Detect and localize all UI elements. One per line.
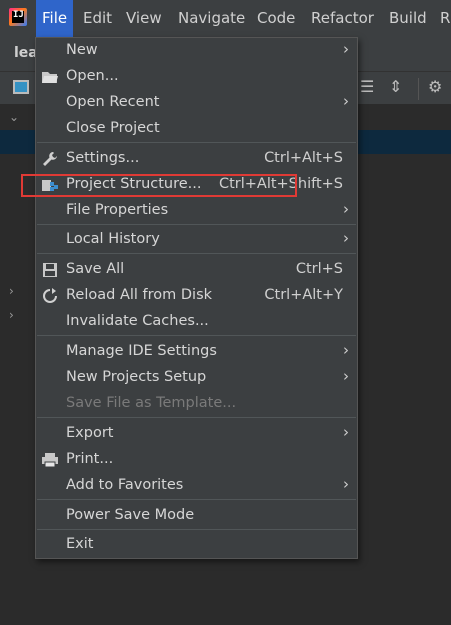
reload-icon bbox=[43, 288, 57, 303]
chevron-right-icon[interactable]: › bbox=[9, 284, 14, 298]
menu-separator bbox=[37, 142, 356, 143]
submenu-arrow-icon: › bbox=[343, 423, 349, 441]
chevron-down-icon[interactable]: ⌄ bbox=[9, 110, 19, 124]
menu-item-save-all[interactable]: Save All Ctrl+S bbox=[36, 257, 357, 283]
submenu-arrow-icon: › bbox=[343, 92, 349, 110]
menu-item-invalidate-caches[interactable]: Invalidate Caches... bbox=[36, 309, 357, 335]
chevron-right-icon[interactable]: › bbox=[9, 308, 14, 322]
menu-edit[interactable]: Edit bbox=[77, 0, 118, 37]
menu-separator bbox=[37, 499, 356, 500]
menu-code[interactable]: Code bbox=[251, 0, 301, 37]
menu-separator bbox=[37, 335, 356, 336]
toolbar-divider bbox=[418, 78, 419, 100]
submenu-arrow-icon: › bbox=[343, 367, 349, 385]
submenu-arrow-icon: › bbox=[343, 200, 349, 218]
submenu-arrow-icon: › bbox=[343, 475, 349, 493]
submenu-arrow-icon: › bbox=[343, 341, 349, 359]
folder-icon bbox=[42, 72, 58, 83]
menu-build[interactable]: Build bbox=[383, 0, 433, 37]
menu-item-print[interactable]: Print... bbox=[36, 447, 357, 473]
menu-separator bbox=[37, 253, 356, 254]
submenu-arrow-icon: › bbox=[343, 40, 349, 58]
file-menu-dropdown: New › Open... Open Recent › Close Projec… bbox=[35, 37, 358, 559]
project-view-icon[interactable] bbox=[13, 80, 29, 94]
wrench-icon bbox=[43, 152, 57, 166]
menu-view[interactable]: View bbox=[120, 0, 168, 37]
menubar: IJ File Edit View Navigate Code Refactor… bbox=[0, 0, 451, 37]
menu-item-exit[interactable]: Exit bbox=[36, 532, 357, 558]
collapse-all-icon[interactable]: ⇕ bbox=[389, 77, 402, 96]
menu-file[interactable]: File bbox=[36, 0, 74, 37]
menu-item-settings[interactable]: Settings... Ctrl+Alt+S bbox=[36, 146, 357, 172]
menu-item-power-save-mode[interactable]: Power Save Mode bbox=[36, 503, 357, 529]
expand-all-icon[interactable]: ☰ bbox=[360, 77, 374, 96]
menu-item-export[interactable]: Export › bbox=[36, 421, 357, 447]
menu-refactor[interactable]: Refactor bbox=[305, 0, 380, 37]
submenu-arrow-icon: › bbox=[343, 229, 349, 247]
menu-item-open-recent[interactable]: Open Recent › bbox=[36, 90, 357, 116]
menu-item-reload-all[interactable]: Reload All from Disk Ctrl+Alt+Y bbox=[36, 283, 357, 309]
menu-item-new[interactable]: New › bbox=[36, 38, 357, 64]
menu-separator bbox=[37, 417, 356, 418]
menu-separator bbox=[37, 529, 356, 530]
menu-item-save-file-as-template: Save File as Template... bbox=[66, 395, 237, 411]
intellij-logo-icon: IJ bbox=[9, 8, 27, 26]
menu-item-add-to-favorites[interactable]: Add to Favorites › bbox=[36, 473, 357, 499]
gear-icon[interactable]: ⚙ bbox=[428, 77, 442, 96]
menu-run[interactable]: Ru bbox=[434, 0, 451, 37]
menu-separator bbox=[37, 224, 356, 225]
save-icon bbox=[43, 263, 57, 277]
menu-item-new-projects-setup[interactable]: New Projects Setup › bbox=[36, 365, 357, 391]
printer-icon bbox=[42, 453, 58, 468]
annotation-highlight-box bbox=[21, 174, 297, 197]
menu-item-close-project[interactable]: Close Project bbox=[36, 116, 357, 142]
menu-item-manage-ide-settings[interactable]: Manage IDE Settings › bbox=[36, 339, 357, 365]
menu-item-file-properties[interactable]: File Properties › bbox=[36, 198, 357, 224]
menu-item-local-history[interactable]: Local History › bbox=[36, 227, 357, 253]
menu-item-open[interactable]: Open... bbox=[36, 64, 357, 90]
menu-navigate[interactable]: Navigate bbox=[172, 0, 251, 37]
